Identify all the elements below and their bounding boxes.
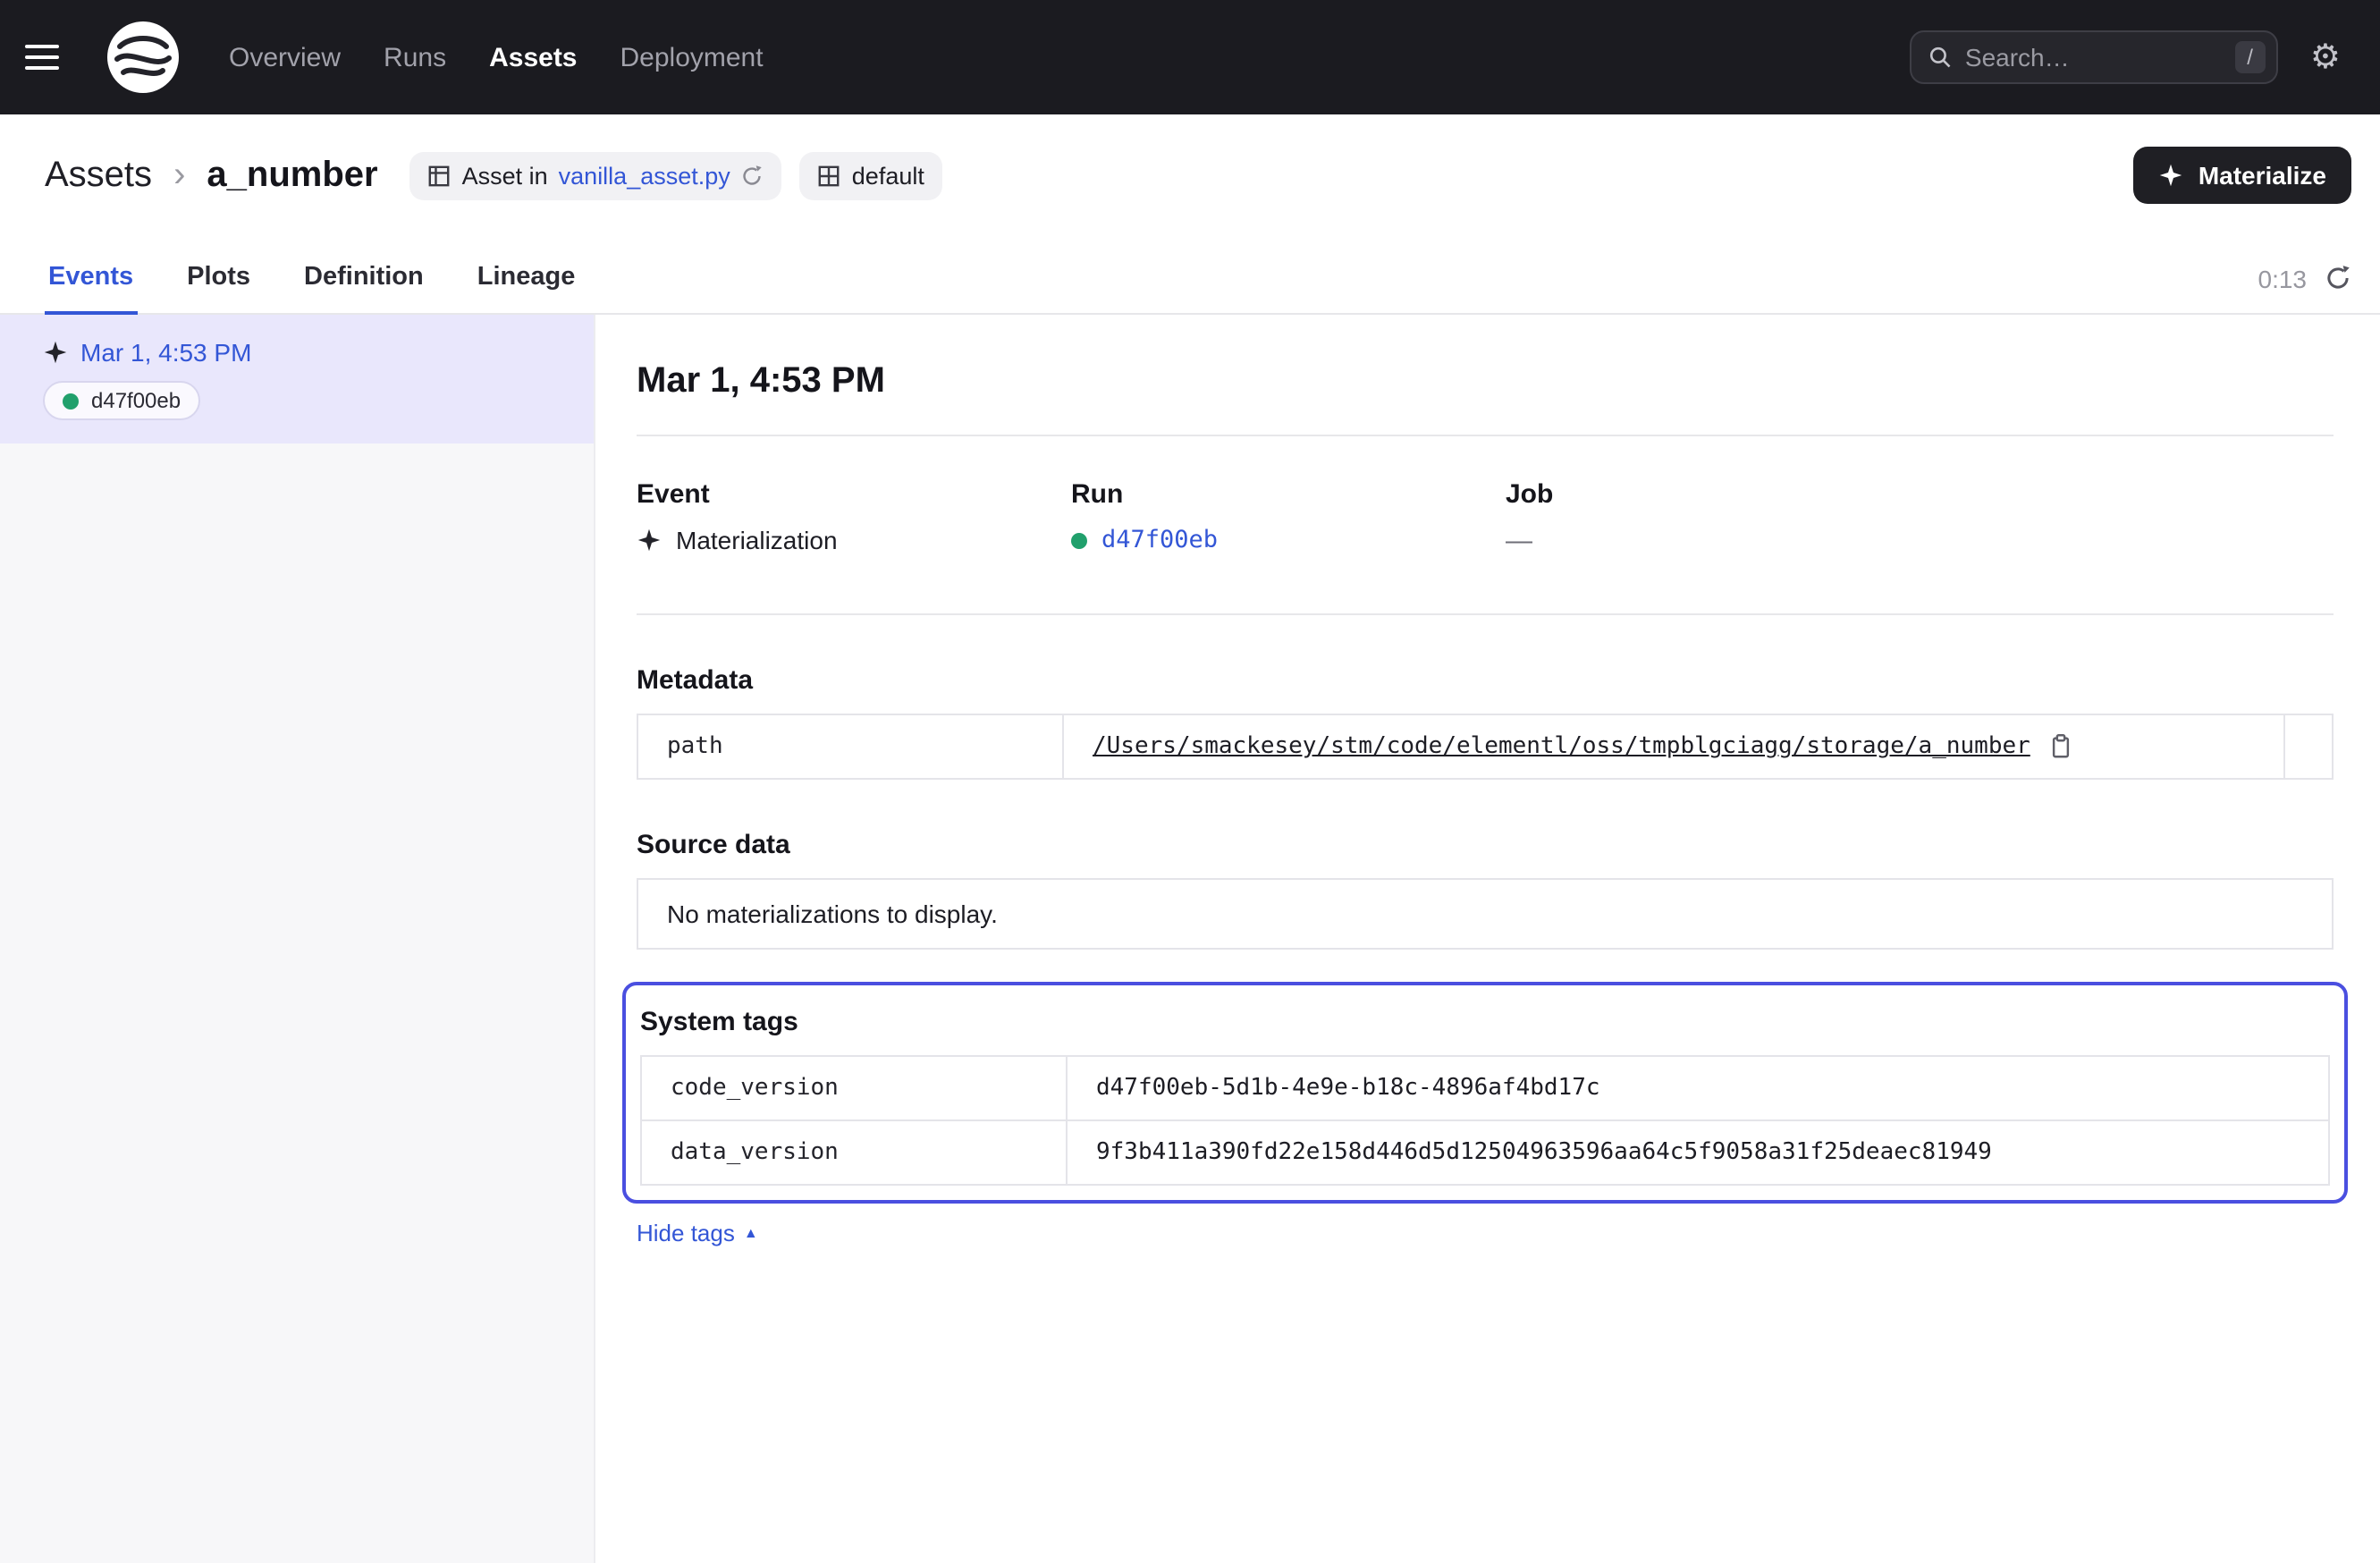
event-detail: Mar 1, 4:53 PM Event Materialization Run	[595, 315, 2380, 1563]
page-header: Assets › a_number Asset in vanilla_asset…	[0, 114, 2380, 243]
tag-value: d47f00eb-5d1b-4e9e-b18c-4896af4bd17c	[1068, 1057, 2328, 1119]
page-title: a_number	[207, 155, 377, 196]
menu-icon[interactable]	[25, 30, 79, 84]
tabs-row: Events Plots Definition Lineage 0:13	[0, 243, 2380, 315]
asset-chip-prefix: Asset in	[462, 162, 548, 189]
table-row: path /Users/smackesey/stm/code/elementl/…	[638, 715, 2332, 778]
hide-tags-link[interactable]: Hide tags ▲	[637, 1220, 758, 1246]
breadcrumb-separator: ›	[173, 155, 185, 196]
table-row: code_version d47f00eb-5d1b-4e9e-b18c-489…	[642, 1057, 2328, 1119]
tab-events[interactable]: Events	[45, 244, 137, 314]
asset-definition-chip: Asset in vanilla_asset.py	[410, 151, 782, 199]
refresh-countdown: 0:13	[2258, 264, 2308, 292]
materialize-label: Materialize	[2199, 161, 2326, 190]
metadata-table: path /Users/smackesey/stm/code/elementl/…	[637, 714, 2334, 780]
code-location-chip[interactable]: default	[800, 151, 942, 199]
top-nav: Overview Runs Assets Deployment	[211, 28, 781, 87]
event-column: Event Materialization	[637, 479, 1071, 556]
gear-icon[interactable]: ⚙	[2310, 40, 2341, 74]
header-chips: Asset in vanilla_asset.py default	[410, 151, 942, 199]
divider	[637, 613, 2334, 615]
caret-up-icon: ▲	[744, 1226, 758, 1240]
run-chip-label: d47f00eb	[91, 388, 181, 413]
event-list-item[interactable]: Mar 1, 4:53 PM d47f00eb	[0, 315, 594, 444]
events-sidebar: Mar 1, 4:53 PM d47f00eb	[0, 315, 595, 1563]
job-column-label: Job	[1506, 479, 1940, 510]
nav-item-deployment[interactable]: Deployment	[603, 28, 781, 87]
system-tags-highlight: System tags code_version d47f00eb-5d1b-4…	[622, 982, 2348, 1204]
materialization-sparkle-icon	[637, 528, 662, 553]
tag-value: 9f3b411a390fd22e158d446d5d12504963596aa6…	[1068, 1121, 2328, 1184]
table-row: data_version 9f3b411a390fd22e158d446d5d1…	[642, 1119, 2328, 1184]
sparkle-icon	[2159, 163, 2184, 188]
system-tags-heading: System tags	[640, 1007, 2330, 1037]
refresh-area: 0:13	[2258, 264, 2352, 292]
search-icon	[1928, 45, 1953, 70]
event-type-value: Materialization	[676, 526, 838, 554]
metadata-heading: Metadata	[637, 665, 2334, 696]
asset-file-link[interactable]: vanilla_asset.py	[559, 162, 730, 189]
job-empty-value: —	[1506, 526, 1532, 556]
metadata-actions-cell	[2283, 715, 2332, 778]
nav-item-overview[interactable]: Overview	[211, 28, 359, 87]
table-icon	[428, 164, 452, 187]
code-location-label: default	[852, 162, 924, 189]
event-summary-columns: Event Materialization Run d47f00eb	[637, 436, 2334, 613]
content: Mar 1, 4:53 PM d47f00eb Mar 1, 4:53 PM E…	[0, 315, 2380, 1563]
path-value-link[interactable]: /Users/smackesey/stm/code/elementl/oss/t…	[1093, 733, 2030, 760]
run-id-chip: d47f00eb	[43, 381, 200, 420]
system-tags-table: code_version d47f00eb-5d1b-4e9e-b18c-489…	[640, 1055, 2330, 1186]
tag-key: code_version	[642, 1057, 1068, 1119]
job-column: Job —	[1506, 479, 1940, 556]
copy-icon[interactable]	[2048, 733, 2075, 760]
materialize-button[interactable]: Materialize	[2134, 147, 2351, 204]
repo-grid-icon	[818, 164, 841, 187]
hide-tags-label: Hide tags	[637, 1220, 735, 1246]
tag-key: data_version	[642, 1121, 1068, 1184]
run-column-label: Run	[1071, 479, 1506, 510]
reload-icon[interactable]	[741, 164, 764, 187]
tab-lineage[interactable]: Lineage	[474, 244, 579, 314]
nav-item-runs[interactable]: Runs	[366, 28, 464, 87]
refresh-icon[interactable]	[2325, 265, 2351, 291]
metadata-key: path	[638, 715, 1064, 778]
app: Overview Runs Assets Deployment / ⚙ Asse…	[0, 0, 2380, 1563]
materialization-sparkle-icon	[43, 340, 68, 365]
search-shortcut-hint: /	[2234, 41, 2266, 73]
dagster-logo-icon[interactable]	[107, 21, 179, 93]
event-detail-title: Mar 1, 4:53 PM	[637, 361, 2334, 402]
tab-definition[interactable]: Definition	[300, 244, 427, 314]
search-input[interactable]	[1965, 43, 2234, 72]
source-data-empty-message: No materializations to display.	[637, 878, 2334, 950]
run-column: Run d47f00eb	[1071, 479, 1506, 556]
tab-plots[interactable]: Plots	[183, 244, 254, 314]
topbar: Overview Runs Assets Deployment / ⚙	[0, 0, 2380, 114]
event-column-label: Event	[637, 479, 1071, 510]
breadcrumb-assets-link[interactable]: Assets	[45, 155, 152, 196]
run-status-dot	[1071, 532, 1087, 548]
run-id-link[interactable]: d47f00eb	[1101, 526, 1218, 554]
breadcrumb: Assets › a_number	[45, 155, 378, 196]
source-data-heading: Source data	[637, 830, 2334, 860]
event-timestamp-link[interactable]: Mar 1, 4:53 PM	[80, 338, 251, 367]
search-box[interactable]: /	[1910, 30, 2278, 84]
nav-item-assets[interactable]: Assets	[471, 28, 595, 87]
run-status-dot	[63, 393, 79, 409]
